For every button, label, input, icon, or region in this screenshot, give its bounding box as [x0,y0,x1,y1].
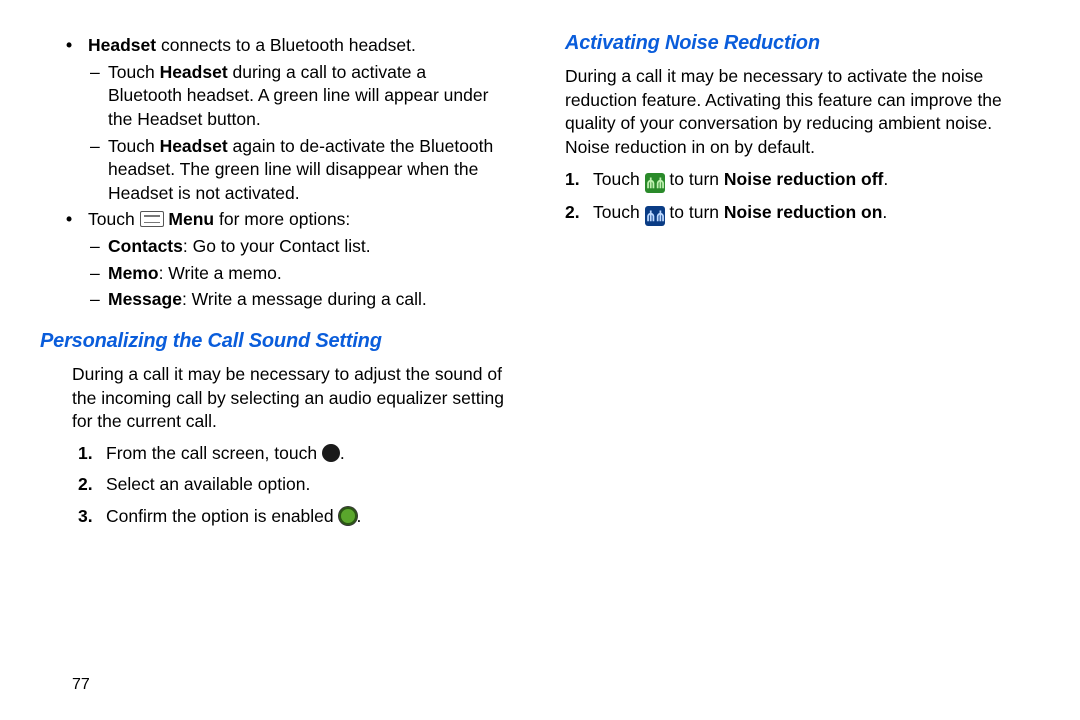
t: . [357,506,362,526]
t: Noise reduction off [724,169,883,189]
right-column: Activating Noise Reduction During a call… [540,30,1040,720]
bullet-headset: Headset connects to a Bluetooth headset.… [88,34,515,205]
headset-activate: Touch Headset during a call to activate … [108,61,509,132]
heading-personalizing: Personalizing the Call Sound Setting [40,328,515,355]
personalizing-para: During a call it may be necessary to adj… [72,363,515,434]
t: to turn [665,169,724,189]
left-column: Headset connects to a Bluetooth headset.… [40,30,540,720]
menu-sublist: Contacts: Go to your Contact list. Memo:… [108,235,509,312]
t: Touch [108,136,160,156]
step-3: Confirm the option is enabled . [106,505,515,529]
bullet-headset-lead: Headset [88,35,156,55]
menu-message: Message: Write a message during a call. [108,288,509,312]
t: Headset [160,62,228,82]
personalizing-steps: From the call screen, touch . Select an … [106,442,515,529]
noise-off-icon: ⋔⋔ [645,173,665,193]
step-1: From the call screen, touch . [106,442,515,466]
t: Select an available option. [106,474,310,494]
heading-noise-reduction: Activating Noise Reduction [565,30,1040,57]
bullet-headset-text: connects to a Bluetooth headset. [156,35,416,55]
noise-on-icon: ⋔⋔ [645,206,665,226]
step-2: Select an available option. [106,473,515,497]
t: Headset [160,136,228,156]
t: Touch [593,202,645,222]
noise-reduction-para: During a call it may be necessary to act… [565,65,1040,160]
equalizer-circle-icon [322,444,340,462]
t: for more options: [214,209,350,229]
t: . [882,202,887,222]
bullet-menu: Touch Menu for more options: Contacts: G… [88,208,515,312]
t: : Write a message during a call. [182,289,427,309]
t: : Write a memo. [159,263,282,283]
t: Memo [108,263,159,283]
t: . [340,443,345,463]
nr-step-1: Touch ⋔⋔ to turn Noise reduction off. [593,168,1040,193]
t: Contacts [108,236,183,256]
t: Touch [593,169,645,189]
t: Noise reduction on [724,202,882,222]
t: Message [108,289,182,309]
t: Touch [88,209,140,229]
page-number: 77 [72,674,90,696]
menu-icon [140,211,164,227]
enabled-circle-icon [339,507,357,525]
t: . [883,169,888,189]
menu-contacts: Contacts: Go to your Contact list. [108,235,509,259]
t: : Go to your Contact list. [183,236,371,256]
feature-bullets: Headset connects to a Bluetooth headset.… [88,34,515,312]
headset-sublist: Touch Headset during a call to activate … [108,61,509,206]
t: to turn [665,202,724,222]
headset-deactivate: Touch Headset again to de-activate the B… [108,135,509,206]
nr-step-2: Touch ⋔⋔ to turn Noise reduction on. [593,201,1040,226]
t: Confirm the option is enabled [106,506,339,526]
t: From the call screen, touch [106,443,322,463]
menu-memo: Memo: Write a memo. [108,262,509,286]
manual-page: Headset connects to a Bluetooth headset.… [0,0,1080,720]
t: Touch [108,62,160,82]
t: Menu [164,209,215,229]
noise-reduction-steps: Touch ⋔⋔ to turn Noise reduction off. To… [593,168,1040,226]
